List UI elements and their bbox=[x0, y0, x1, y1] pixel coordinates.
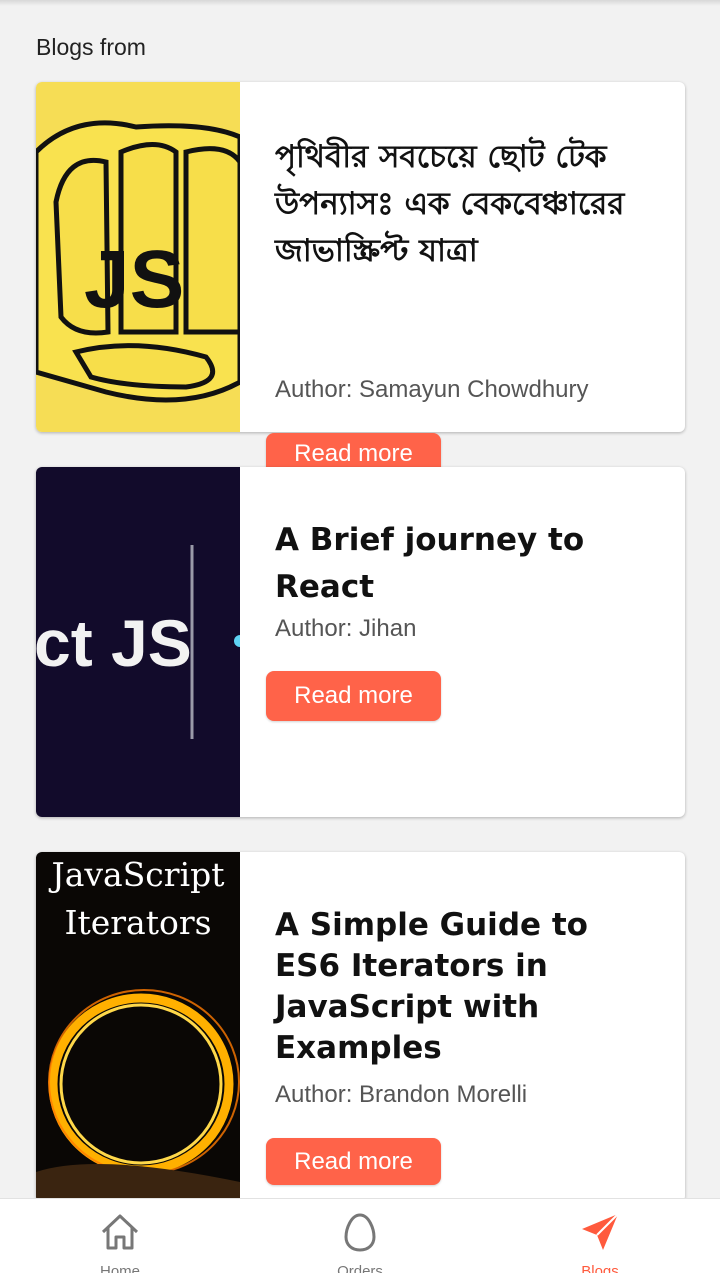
read-more-button[interactable]: Read more bbox=[266, 433, 441, 467]
svg-text:JavaScript: JavaScript bbox=[48, 855, 224, 894]
svg-text:JS: JS bbox=[84, 234, 184, 325]
iterators-image: JavaScript Iterators bbox=[36, 852, 240, 1202]
bottom-navigation: Home Orders Blogs bbox=[0, 1198, 720, 1273]
blog-author: Author: Samayun Chowdhury bbox=[275, 376, 589, 403]
section-title: Blogs from bbox=[36, 34, 146, 60]
blog-author: Author: Brandon Morelli bbox=[275, 1081, 528, 1108]
nav-orders-label: Orders bbox=[337, 1263, 383, 1273]
egg-icon bbox=[339, 1211, 381, 1258]
nav-blogs-label: Blogs bbox=[581, 1263, 619, 1273]
home-icon bbox=[99, 1211, 141, 1258]
blog-card[interactable]: JavaScript Iterators A Simple Guide to E… bbox=[36, 852, 685, 1202]
blog-title: A Simple Guide to ES6 Iterators in JavaS… bbox=[275, 907, 588, 1066]
blog-thumbnail: JavaScript Iterators bbox=[36, 852, 240, 1202]
svg-text:Iterators: Iterators bbox=[64, 903, 211, 942]
nav-blogs[interactable]: Blogs bbox=[480, 1199, 720, 1273]
nav-home[interactable]: Home bbox=[0, 1199, 240, 1273]
js-fist-image: JS bbox=[36, 82, 240, 432]
read-more-button[interactable]: Read more bbox=[266, 1138, 441, 1185]
blog-thumbnail: JS bbox=[36, 82, 240, 432]
top-shadow bbox=[0, 0, 720, 6]
blog-title: পৃথিবীর সবচেয়ে ছোট টেক উপন্যাসঃ এক বেকব… bbox=[275, 139, 625, 269]
nav-orders[interactable]: Orders bbox=[240, 1199, 480, 1273]
blog-card[interactable]: ct JS A Brief journey to React Author: J… bbox=[36, 467, 685, 817]
svg-text:ct JS: ct JS bbox=[36, 606, 192, 680]
send-icon bbox=[579, 1211, 621, 1258]
read-more-button[interactable]: Read more bbox=[266, 671, 441, 721]
nav-home-label: Home bbox=[99, 1263, 140, 1273]
blog-author: Author: Jihan bbox=[275, 615, 417, 642]
blog-title: A Brief journey to React bbox=[275, 522, 585, 605]
react-js-image: ct JS bbox=[36, 467, 240, 817]
blog-card[interactable]: JS পৃথিবীর সবচেয়ে ছোট টেক উপন্যাসঃ এক ব… bbox=[36, 82, 685, 467]
blog-thumbnail: ct JS bbox=[36, 467, 240, 817]
